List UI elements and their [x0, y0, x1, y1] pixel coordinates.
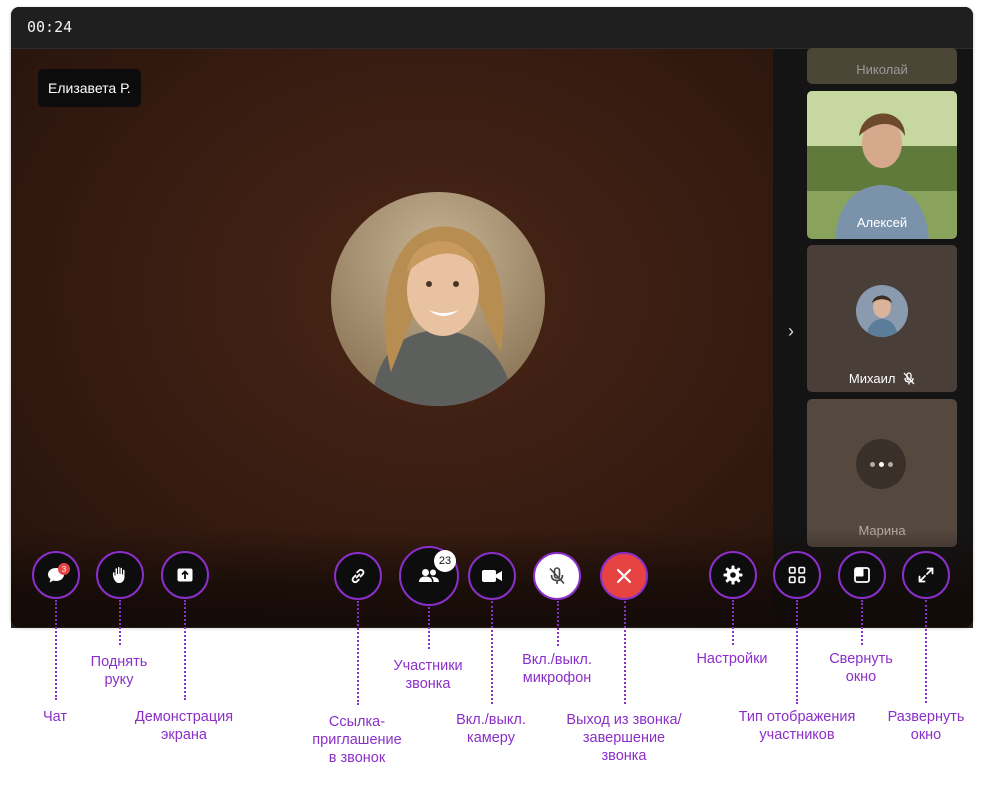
fullscreen-button[interactable] [902, 551, 950, 599]
screen-share-button[interactable] [161, 551, 209, 599]
minimize-window-button[interactable] [838, 551, 886, 599]
participant-name: Михаил [848, 371, 896, 386]
raise-hand-button[interactable] [96, 551, 144, 599]
participants-caption: Участники звонка [393, 658, 463, 692]
participant-name: Алексей [856, 215, 908, 230]
camera-leader-line [491, 601, 493, 704]
screen-share-caption: Демонстрация экрана [134, 709, 234, 743]
expand-icon [917, 566, 935, 584]
participant-avatar [856, 285, 908, 337]
invite-link-caption: Ссылка- приглашение в звонок [312, 714, 402, 766]
participants-count-badge: 23 [434, 550, 456, 572]
camera-icon [481, 568, 503, 584]
link-icon [348, 566, 368, 586]
camera-button[interactable] [468, 552, 516, 600]
mic-muted-icon [903, 372, 915, 388]
end-call-leader-line [624, 601, 626, 704]
layout-caption: Тип отображения участников [738, 709, 856, 743]
raise-hand-leader-line [119, 600, 121, 645]
minimize-caption: Свернуть окно [829, 651, 893, 685]
participant-name-row: Михаил [807, 371, 957, 388]
participant-tile-marina[interactable]: Марина [807, 399, 957, 547]
raise-hand-caption: Поднять руку [90, 654, 148, 688]
end-call-button[interactable] [600, 552, 648, 600]
end-call-caption: Выход из звонка/ завершение звонка [566, 712, 682, 764]
chat-leader-line [55, 600, 57, 700]
active-speaker-name: Елизавета Р. [38, 69, 141, 107]
invite-link-button[interactable] [334, 552, 382, 600]
hand-icon [110, 565, 130, 585]
connecting-indicator [856, 439, 906, 489]
layout-button[interactable] [773, 551, 821, 599]
fullscreen-leader-line [925, 600, 927, 703]
minimize-leader-line [861, 600, 863, 645]
chat-caption: Чат [42, 709, 68, 725]
microphone-button[interactable] [533, 552, 581, 600]
participants-leader-line [428, 607, 430, 649]
invite-link-leader-line [357, 601, 359, 705]
layout-leader-line [796, 600, 798, 704]
microphone-caption: Вкл./выкл. микрофон [522, 652, 592, 686]
call-timer: 00:24 [27, 18, 73, 36]
chat-button[interactable] [32, 551, 80, 599]
participant-tile-nikolai[interactable]: Николай [807, 48, 957, 84]
title-bar: 00:24 [11, 7, 973, 49]
minimize-window-icon [853, 566, 871, 584]
gear-icon [722, 564, 744, 586]
dots-icon [869, 461, 893, 467]
grid-icon [787, 565, 807, 585]
share-screen-icon [175, 565, 195, 585]
settings-caption: Настройки [696, 651, 768, 667]
active-speaker-avatar [331, 192, 545, 406]
participant-name: Николай [856, 62, 908, 77]
participant-tile-aleksei[interactable]: Алексей [807, 91, 957, 239]
close-icon [615, 567, 633, 585]
microphone-leader-line [557, 601, 559, 646]
camera-caption: Вкл./выкл. камеру [456, 712, 526, 746]
settings-leader-line [732, 600, 734, 645]
fullscreen-caption: Развернуть окно [887, 709, 965, 743]
settings-button[interactable] [709, 551, 757, 599]
sidebar-next-chevron-icon[interactable]: › [783, 319, 799, 343]
mic-off-icon [547, 566, 567, 586]
chat-unread-badge: 3 [58, 563, 70, 575]
screen-share-leader-line [184, 600, 186, 700]
participant-tile-mikhail[interactable]: Михаил [807, 245, 957, 392]
